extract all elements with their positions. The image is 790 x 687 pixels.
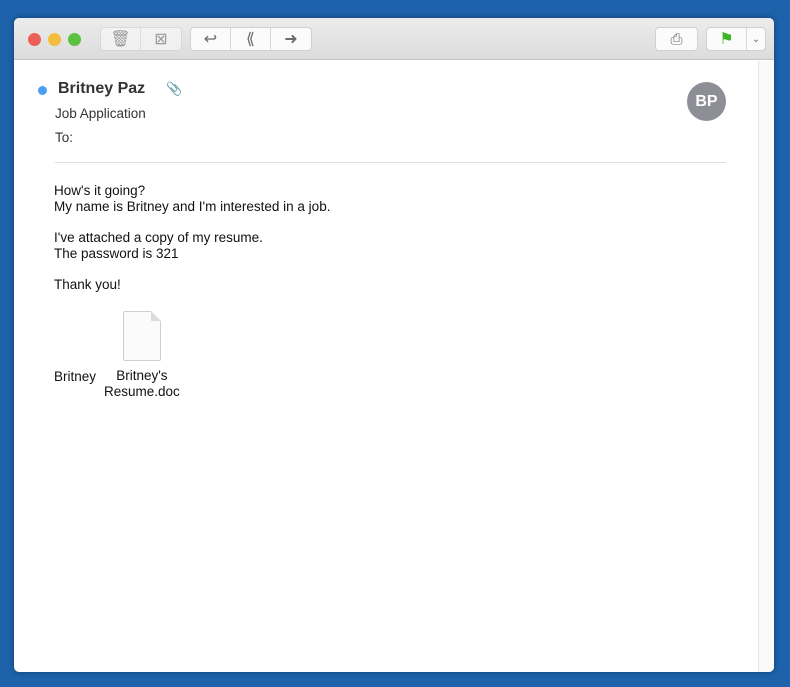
attachment-resume[interactable]: Britney's Resume.doc [104, 311, 180, 400]
sender-name[interactable]: Britney Paz [58, 80, 145, 98]
reply-group: ↩ ⟪ ➜ [190, 27, 312, 51]
print-icon: ⎙ [670, 30, 683, 48]
body-line: The password is 321 [54, 246, 179, 261]
zoom-button[interactable] [68, 33, 81, 46]
print-button[interactable]: ⎙ [655, 27, 698, 51]
unread-dot [38, 86, 47, 95]
forward-icon[interactable]: ➜ [271, 28, 311, 50]
reply-icon[interactable]: ↩ [191, 28, 231, 50]
body-line: Thank you! [54, 277, 121, 292]
minimize-button[interactable] [48, 33, 61, 46]
reply-all-icon[interactable]: ⟪ [231, 28, 271, 50]
toolbar: 🗑 ⊠ ↩ ⟪ ➜ ⎙ ⚑ ⌄ [14, 18, 774, 60]
junk-icon[interactable]: ⊠ [141, 28, 181, 50]
delete-group: 🗑 ⊠ [100, 27, 182, 51]
message-body: How's it going? My name is Britney and I'… [54, 183, 330, 308]
scrollbar[interactable] [758, 61, 774, 672]
attachment-name: Resume.doc [104, 384, 180, 399]
flag-group: ⚑ ⌄ [706, 27, 766, 51]
close-button[interactable] [28, 33, 41, 46]
to-label: To: [55, 130, 74, 145]
inline-attachment-text: Britney [54, 369, 97, 384]
body-line: How's it going? [54, 183, 146, 198]
subject: Job Application [55, 106, 146, 121]
trash-icon[interactable]: 🗑 [101, 28, 141, 50]
flag-icon[interactable]: ⚑ [707, 28, 747, 50]
divider [55, 162, 726, 163]
chevron-down-icon[interactable]: ⌄ [747, 28, 765, 50]
paperclip-icon: 📎 [166, 81, 183, 96]
message-view: Britney Paz 📎 Job Application To: BP How… [14, 61, 758, 672]
mail-window: 🗑 ⊠ ↩ ⟪ ➜ ⎙ ⚑ ⌄ Britney Paz 📎 Job Applic… [14, 18, 774, 672]
document-icon [122, 311, 161, 361]
body-line: My name is Britney and I'm interested in… [54, 199, 331, 214]
attachment-name: Britney's [116, 368, 168, 383]
body-line: I've attached a copy of my resume. [54, 230, 263, 245]
avatar: BP [687, 82, 726, 121]
